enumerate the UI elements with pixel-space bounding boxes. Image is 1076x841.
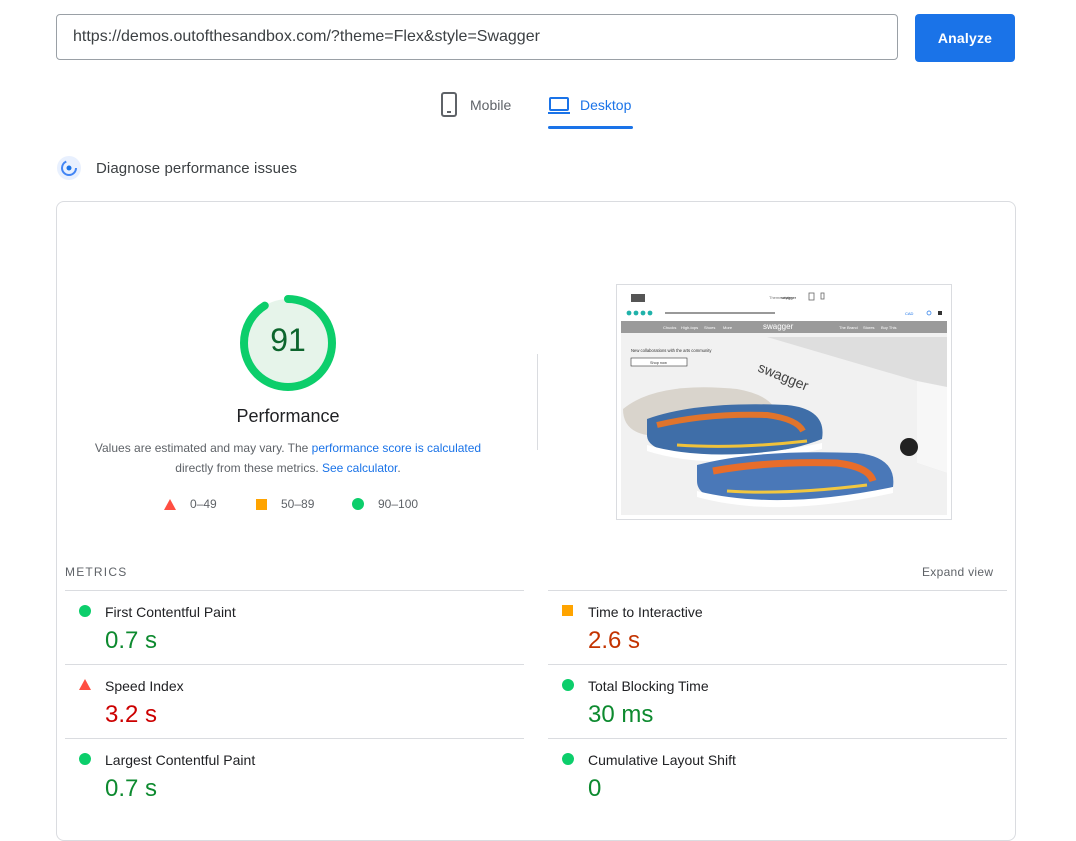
metric-speed-index: Speed Index 3.2 s (65, 664, 524, 738)
theme-value: swagger (781, 295, 797, 300)
metric-cumulative-layout-shift: Cumulative Layout Shift 0 (548, 738, 1007, 812)
circle-icon (79, 605, 91, 617)
triangle-icon (79, 679, 91, 690)
nav-the-brand: The Brand (839, 325, 858, 330)
laptop-icon (548, 97, 570, 114)
metric-total-blocking-time: Total Blocking Time 30 ms (548, 664, 1007, 738)
tab-mobile-label: Mobile (470, 97, 512, 113)
currency-label: CAD (905, 311, 914, 316)
square-icon (256, 498, 267, 510)
note-text-3: . (397, 461, 401, 475)
mobile-phone-icon (441, 92, 457, 117)
final-screenshot: Theme styles swagger CAD Chucks High-top… (616, 284, 952, 520)
circle-icon (352, 498, 364, 510)
metric-name: Time to Interactive (588, 604, 703, 620)
performance-note: Values are estimated and may vary. The p… (88, 438, 488, 478)
metric-value: 0.7 s (105, 627, 158, 654)
tab-desktop[interactable]: Desktop (548, 90, 633, 130)
score-calculated-link[interactable]: performance score is calculated (312, 441, 481, 455)
metric-value: 3.2 s (105, 701, 158, 728)
sandbox-logo (631, 294, 645, 302)
metric-value: 0 (588, 775, 602, 802)
tab-desktop-label: Desktop (580, 97, 632, 113)
section-divider (537, 354, 538, 450)
triangle-icon (164, 498, 176, 510)
metrics-heading: METRICS (65, 565, 128, 579)
square-icon (562, 605, 573, 616)
hero-shop-label: Shop now (650, 361, 667, 365)
legend-poor: 0–49 (164, 497, 217, 511)
tab-mobile[interactable]: Mobile (440, 90, 511, 130)
circle-icon (79, 753, 91, 765)
expand-view-toggle[interactable]: Expand view (922, 565, 993, 579)
performance-score: 91 (270, 322, 306, 358)
performance-title: Performance (236, 406, 340, 426)
legend-poor-label: 0–49 (190, 497, 217, 511)
legend-average: 50–89 (256, 497, 314, 511)
nav-more: More (723, 325, 733, 330)
diagnose-header: Diagnose performance issues (56, 154, 297, 182)
nav-chucks: Chucks (663, 325, 676, 330)
analyze-button[interactable]: Analyze (915, 14, 1015, 62)
nav-stores: Stores (863, 325, 875, 330)
metric-name: First Contentful Paint (105, 604, 236, 620)
url-input[interactable] (56, 14, 898, 60)
see-calculator-link[interactable]: See calculator (322, 461, 397, 475)
metric-largest-contentful-paint: Largest Contentful Paint 0.7 s (65, 738, 524, 812)
nav-shoes: Shoes (704, 325, 715, 330)
circle-icon (562, 679, 574, 691)
swagger-brand-logo: swagger (763, 322, 794, 331)
metric-name: Total Blocking Time (588, 678, 709, 694)
metric-name: Speed Index (105, 678, 184, 694)
note-text-2: directly from these metrics. (175, 461, 322, 475)
metric-time-to-interactive: Time to Interactive 2.6 s (548, 590, 1007, 664)
diagnose-gauge-icon (57, 156, 81, 180)
circle-icon (562, 753, 574, 765)
screenshot-thumbnail: Theme styles swagger CAD Chucks High-top… (617, 285, 951, 519)
metric-value: 0.7 s (105, 775, 158, 802)
legend-good-label: 90–100 (378, 497, 419, 511)
metric-value: 30 ms (588, 701, 654, 728)
metric-first-contentful-paint: First Contentful Paint 0.7 s (65, 590, 524, 664)
note-text-1: Values are estimated and may vary. The (94, 441, 312, 455)
metric-value: 2.6 s (588, 627, 641, 654)
diagnose-title: Diagnose performance issues (96, 159, 298, 177)
nav-buy-this: Buy This (881, 325, 897, 330)
legend-average-label: 50–89 (281, 497, 315, 511)
nav-high-tops: High-tops (681, 325, 698, 330)
active-tab-indicator (548, 126, 633, 129)
legend-good: 90–100 (352, 497, 418, 511)
metric-name: Largest Contentful Paint (105, 752, 256, 768)
metric-name: Cumulative Layout Shift (588, 752, 736, 768)
hero-heading: New collaborations with the arts communi… (631, 348, 712, 353)
